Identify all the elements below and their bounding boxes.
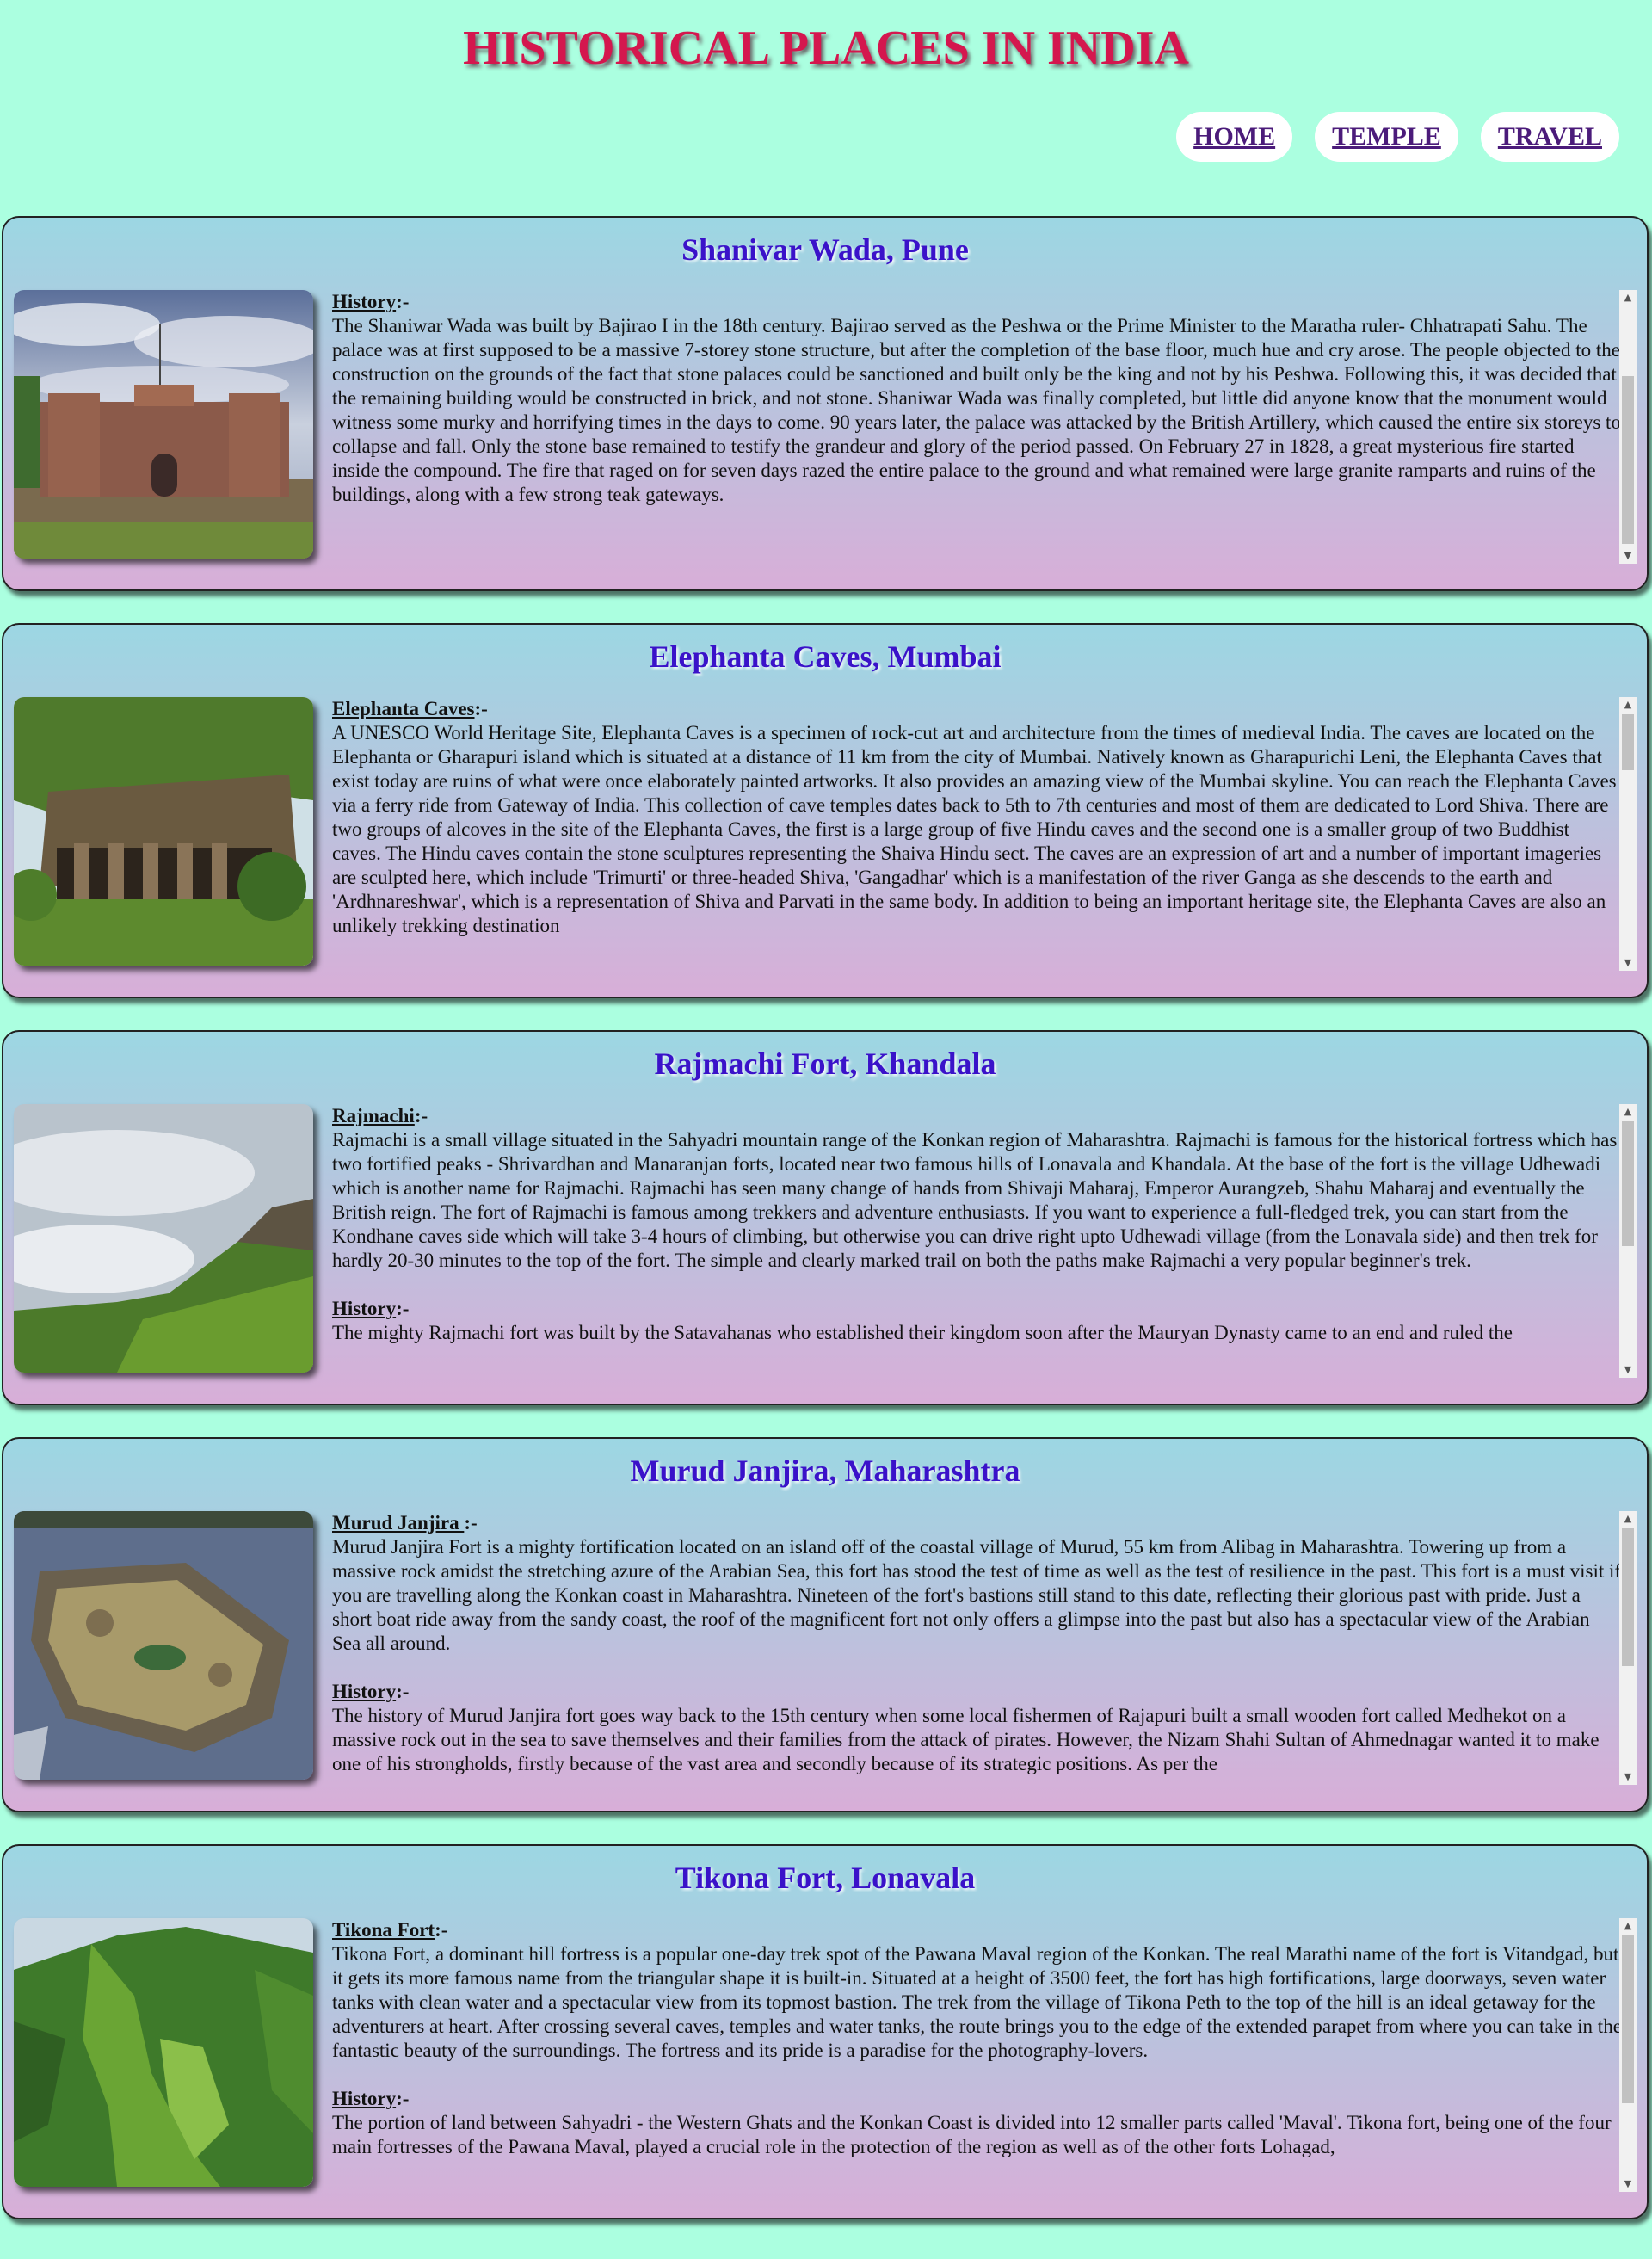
scroll-up-icon[interactable]: ▲ [1619, 697, 1637, 713]
section-heading: Elephanta Caves [332, 698, 475, 719]
scroll-up-icon[interactable]: ▲ [1619, 1511, 1637, 1527]
section-text: A UNESCO World Heritage Site, Elephanta … [332, 722, 1617, 936]
section-text: Tikona Fort, a dominant hill fortress is… [332, 1943, 1622, 2061]
place-photo-murud-janjira [14, 1511, 313, 1780]
scroll-up-icon[interactable]: ▲ [1619, 1104, 1637, 1120]
section-text: The mighty Rajmachi fort was built by th… [332, 1322, 1513, 1343]
section-heading: Rajmachi [332, 1105, 415, 1126]
place-title: Shanivar Wada, Pune [681, 232, 969, 267]
scrollbar-thumb[interactable] [1622, 1528, 1634, 1666]
section-heading-suffix: :- [396, 2088, 410, 2109]
scrollbar[interactable]: ▲ ▼ [1619, 1918, 1637, 2192]
place-description[interactable]: History:- The Shaniwar Wada was built by… [332, 290, 1623, 564]
section-heading: History [332, 2088, 397, 2109]
section-heading-suffix: :- [435, 1919, 448, 1941]
nav-travel-link[interactable]: TRAVEL [1480, 112, 1619, 162]
place-description[interactable]: Elephanta Caves:- A UNESCO World Heritag… [332, 697, 1623, 971]
page: HISTORICAL PLACES IN INDIA HOME TEMPLE T… [0, 0, 1652, 2259]
section-text: The Shaniwar Wada was built by Bajirao I… [332, 315, 1621, 505]
place-card-elephanta-caves: Elephanta Caves, Mumbai Elephanta Caves:… [2, 623, 1649, 998]
place-title: Elephanta Caves, Mumbai [649, 639, 1002, 674]
place-photo-tikona-fort [14, 1918, 313, 2187]
scroll-up-icon[interactable]: ▲ [1619, 1918, 1637, 1934]
section-heading: History [332, 291, 397, 312]
place-description[interactable]: Rajmachi:- Rajmachi is a small village s… [332, 1104, 1623, 1378]
section-heading-suffix: :- [396, 1681, 410, 1702]
scroll-up-icon[interactable]: ▲ [1619, 290, 1637, 306]
place-card-tikona-fort: Tikona Fort, Lonavala Tikona Fort:- Tiko… [2, 1844, 1649, 2219]
place-photo-rajmachi-fort [14, 1104, 313, 1373]
scroll-down-icon[interactable]: ▼ [1619, 1769, 1637, 1785]
place-title: Murud Janjira, Maharashtra [630, 1454, 1020, 1488]
place-description[interactable]: Tikona Fort:- Tikona Fort, a dominant hi… [332, 1918, 1623, 2192]
scroll-down-icon[interactable]: ▼ [1619, 1362, 1637, 1378]
scrollbar-thumb[interactable] [1622, 1935, 1634, 2103]
scrollbar-thumb[interactable] [1622, 714, 1634, 770]
section-heading-suffix: :- [464, 1512, 478, 1534]
main-nav: HOME TEMPLE TRAVEL [1176, 112, 1619, 162]
nav-temple-link[interactable]: TEMPLE [1315, 112, 1458, 162]
section-heading-suffix: :- [414, 1105, 428, 1126]
section-text: Murud Janjira Fort is a mighty fortifica… [332, 1536, 1622, 1654]
section-text: The portion of land between Sahyadri - t… [332, 2112, 1612, 2157]
section-heading: Murud Janjira [332, 1512, 465, 1534]
scrollbar-thumb[interactable] [1622, 1121, 1634, 1246]
section-heading-suffix: :- [474, 698, 488, 719]
scrollbar[interactable]: ▲ ▼ [1619, 290, 1637, 564]
section-heading: History [332, 1298, 397, 1319]
place-title: Rajmachi Fort, Khandala [654, 1046, 996, 1081]
place-card-murud-janjira: Murud Janjira, Maharashtra Murud Janjira… [2, 1437, 1649, 1812]
section-text: Rajmachi is a small village situated in … [332, 1129, 1618, 1271]
section-heading-suffix: :- [396, 1298, 410, 1319]
place-description[interactable]: Murud Janjira :- Murud Janjira Fort is a… [332, 1511, 1623, 1785]
site-title: HISTORICAL PLACES IN INDIA [463, 22, 1189, 75]
place-photo-shanivar-wada [14, 290, 313, 559]
section-text: The history of Murud Janjira fort goes w… [332, 1705, 1600, 1774]
scrollbar[interactable]: ▲ ▼ [1619, 697, 1637, 971]
scrollbar-thumb[interactable] [1622, 376, 1634, 544]
scrollbar[interactable]: ▲ ▼ [1619, 1104, 1637, 1378]
scroll-down-icon[interactable]: ▼ [1619, 955, 1637, 971]
place-card-shanivar-wada: Shanivar Wada, Pune History:- The Shaniw… [2, 216, 1649, 591]
section-heading: Tikona Fort [332, 1919, 435, 1941]
place-photo-elephanta-caves [14, 697, 313, 966]
place-card-rajmachi-fort: Rajmachi Fort, Khandala Rajmachi:- Rajma… [2, 1030, 1649, 1405]
scroll-down-icon[interactable]: ▼ [1619, 2176, 1637, 2192]
scrollbar[interactable]: ▲ ▼ [1619, 1511, 1637, 1785]
nav-home-link[interactable]: HOME [1176, 112, 1293, 162]
scroll-down-icon[interactable]: ▼ [1619, 548, 1637, 564]
place-title: Tikona Fort, Lonavala [675, 1861, 976, 1895]
section-heading: History [332, 1681, 397, 1702]
section-heading-suffix: :- [396, 291, 410, 312]
